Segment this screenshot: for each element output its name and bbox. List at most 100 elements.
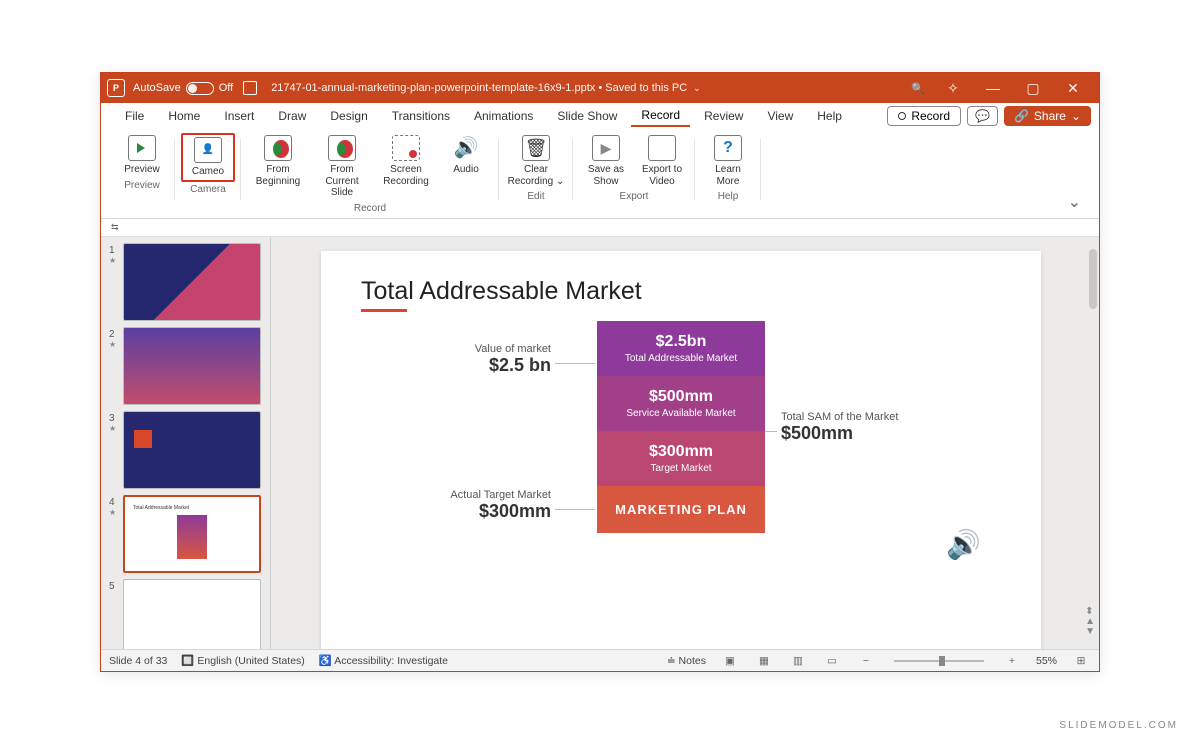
toggle-icon[interactable] xyxy=(186,82,214,95)
workspace: 1★ 2★ 3★ 4★Total Addressable Market 5 ⬍▲… xyxy=(101,237,1099,667)
zoom-slider[interactable] xyxy=(894,660,984,662)
tab-review[interactable]: Review xyxy=(694,106,753,126)
maximize-button[interactable]: ▢ xyxy=(1013,80,1053,97)
ribbon-group-camera: 👤Cameo Camera xyxy=(175,133,241,218)
thumbnail-1[interactable]: 1★ xyxy=(109,243,266,321)
tab-record[interactable]: Record xyxy=(631,105,690,127)
thumbnail-3[interactable]: 3★ xyxy=(109,411,266,489)
comments-button[interactable]: 💬 xyxy=(967,106,998,126)
zoom-out-button[interactable]: − xyxy=(856,655,876,667)
audio-button[interactable]: Audio xyxy=(439,133,493,201)
watermark: SLIDEMODEL.COM xyxy=(1059,720,1178,731)
ribbon-group-preview: Preview Preview xyxy=(109,133,175,218)
slideshow-view-icon[interactable]: ▭ xyxy=(822,655,842,667)
reading-view-icon[interactable]: ▥ xyxy=(788,655,808,667)
funnel-seg-target: $300mmTarget Market xyxy=(597,431,765,486)
audio-icon xyxy=(452,135,480,161)
notes-button[interactable]: ≐ Notes xyxy=(667,655,706,667)
tab-design[interactable]: Design xyxy=(320,106,377,126)
callout-actual-target: Actual Target Market $300mm xyxy=(361,489,551,522)
slide-thumbnails: 1★ 2★ 3★ 4★Total Addressable Market 5 xyxy=(101,237,271,667)
funnel-chart: $2.5bnTotal Addressable Market $500mmSer… xyxy=(597,321,765,533)
share-button[interactable]: 🔗 Share ⌄ xyxy=(1004,106,1091,126)
screen-recording-button[interactable]: Screen Recording xyxy=(375,133,437,201)
close-button[interactable]: ✕ xyxy=(1053,80,1093,97)
learn-more-icon xyxy=(714,135,742,161)
export-video-button[interactable]: Export to Video xyxy=(635,133,689,189)
status-bar: Slide 4 of 33 🔲 English (United States) … xyxy=(101,649,1099,671)
slide-position[interactable]: Slide 4 of 33 xyxy=(109,655,167,667)
tab-animations[interactable]: Animations xyxy=(464,106,543,126)
tab-help[interactable]: Help xyxy=(807,106,852,126)
slide[interactable]: Total Addressable Market Value of market… xyxy=(321,251,1041,651)
thumbnail-4[interactable]: 4★Total Addressable Market xyxy=(109,495,266,573)
ribbon-group-export: Save as Show Export to Video Export xyxy=(573,133,695,218)
funnel-seg-sam: $500mmService Available Market xyxy=(597,376,765,431)
tab-file[interactable]: File xyxy=(115,106,154,126)
ribbon-group-record: From Beginning From Current Slide Screen… xyxy=(241,133,499,218)
save-icon[interactable] xyxy=(243,81,257,95)
tab-transitions[interactable]: Transitions xyxy=(382,106,460,126)
sorter-view-icon[interactable]: ▦ xyxy=(754,655,774,667)
cameo-button[interactable]: 👤Cameo xyxy=(181,133,235,182)
filename[interactable]: 21747-01-annual-marketing-plan-powerpoin… xyxy=(271,82,595,94)
group-label: Help xyxy=(718,189,739,206)
tab-draw[interactable]: Draw xyxy=(268,106,316,126)
save-as-show-button[interactable]: Save as Show xyxy=(579,133,633,189)
group-label: Record xyxy=(354,201,386,218)
speaker-icon[interactable]: 🔊 xyxy=(946,528,981,561)
clear-recording-button[interactable]: Clear Recording ⌄ xyxy=(505,133,567,189)
autosave-toggle[interactable]: AutoSave Off xyxy=(133,82,233,95)
slide-canvas[interactable]: ⬍▲▼ Total Addressable Market Value of ma… xyxy=(271,237,1099,667)
fit-to-window-icon[interactable]: ⊞ xyxy=(1071,655,1091,667)
ribbon: Preview Preview 👤Cameo Camera From Begin… xyxy=(101,129,1099,219)
callout-total-sam: Total SAM of the Market $500mm xyxy=(781,411,951,444)
zoom-in-button[interactable]: + xyxy=(1002,655,1022,667)
from-current-icon xyxy=(328,135,356,161)
from-beginning-button[interactable]: From Beginning xyxy=(247,133,309,201)
app-window: P AutoSave Off 21747-01-annual-marketing… xyxy=(100,72,1100,672)
save-status: Saved to this PC xyxy=(605,82,687,94)
powerpoint-icon: P xyxy=(107,79,125,97)
cameo-icon: 👤 xyxy=(194,137,222,163)
autosave-label: AutoSave xyxy=(133,82,181,94)
save-show-icon xyxy=(592,135,620,161)
qat-bar[interactable]: ⇆ xyxy=(101,219,1099,237)
screen-recording-icon xyxy=(392,135,420,161)
ribbon-group-edit: Clear Recording ⌄ Edit xyxy=(499,133,573,218)
title-underline xyxy=(361,309,407,312)
minimize-button[interactable]: — xyxy=(973,80,1013,96)
group-label: Preview xyxy=(124,178,160,195)
search-icon[interactable]: 🔍 xyxy=(903,82,933,95)
group-label: Export xyxy=(620,189,649,206)
callout-value-of-market: Value of market $2.5 bn xyxy=(391,343,551,376)
tab-home[interactable]: Home xyxy=(158,106,210,126)
preview-button[interactable]: Preview xyxy=(115,133,169,178)
group-label: Camera xyxy=(190,182,226,199)
vertical-scrollbar[interactable] xyxy=(1089,249,1097,309)
group-label: Edit xyxy=(527,189,544,206)
ribbon-mode-icon[interactable]: ✧ xyxy=(933,80,973,97)
collapse-ribbon-icon[interactable]: ⌄ xyxy=(1058,186,1091,218)
clear-icon xyxy=(522,135,550,161)
normal-view-icon[interactable]: ▣ xyxy=(720,655,740,667)
titlebar: P AutoSave Off 21747-01-annual-marketing… xyxy=(101,73,1099,103)
from-current-slide-button[interactable]: From Current Slide xyxy=(311,133,373,201)
learn-more-button[interactable]: Learn More xyxy=(701,133,755,189)
from-beginning-icon xyxy=(264,135,292,161)
tab-insert[interactable]: Insert xyxy=(214,106,264,126)
accessibility-status[interactable]: ♿ Accessibility: Investigate xyxy=(319,654,448,667)
menu-tabs: File Home Insert Draw Design Transitions… xyxy=(101,103,1099,129)
thumbnail-5[interactable]: 5 xyxy=(109,579,266,657)
slide-nav-arrows[interactable]: ⬍▲▼ xyxy=(1085,607,1095,637)
thumbnail-2[interactable]: 2★ xyxy=(109,327,266,405)
preview-icon xyxy=(128,135,156,161)
export-video-icon xyxy=(648,135,676,161)
tab-slideshow[interactable]: Slide Show xyxy=(547,106,627,126)
chevron-down-icon[interactable]: ⌄ xyxy=(693,83,701,94)
language-status[interactable]: 🔲 English (United States) xyxy=(181,654,304,667)
zoom-level[interactable]: 55% xyxy=(1036,655,1057,667)
record-dot-icon xyxy=(898,112,906,120)
record-button[interactable]: Record xyxy=(887,106,961,126)
tab-view[interactable]: View xyxy=(757,106,803,126)
